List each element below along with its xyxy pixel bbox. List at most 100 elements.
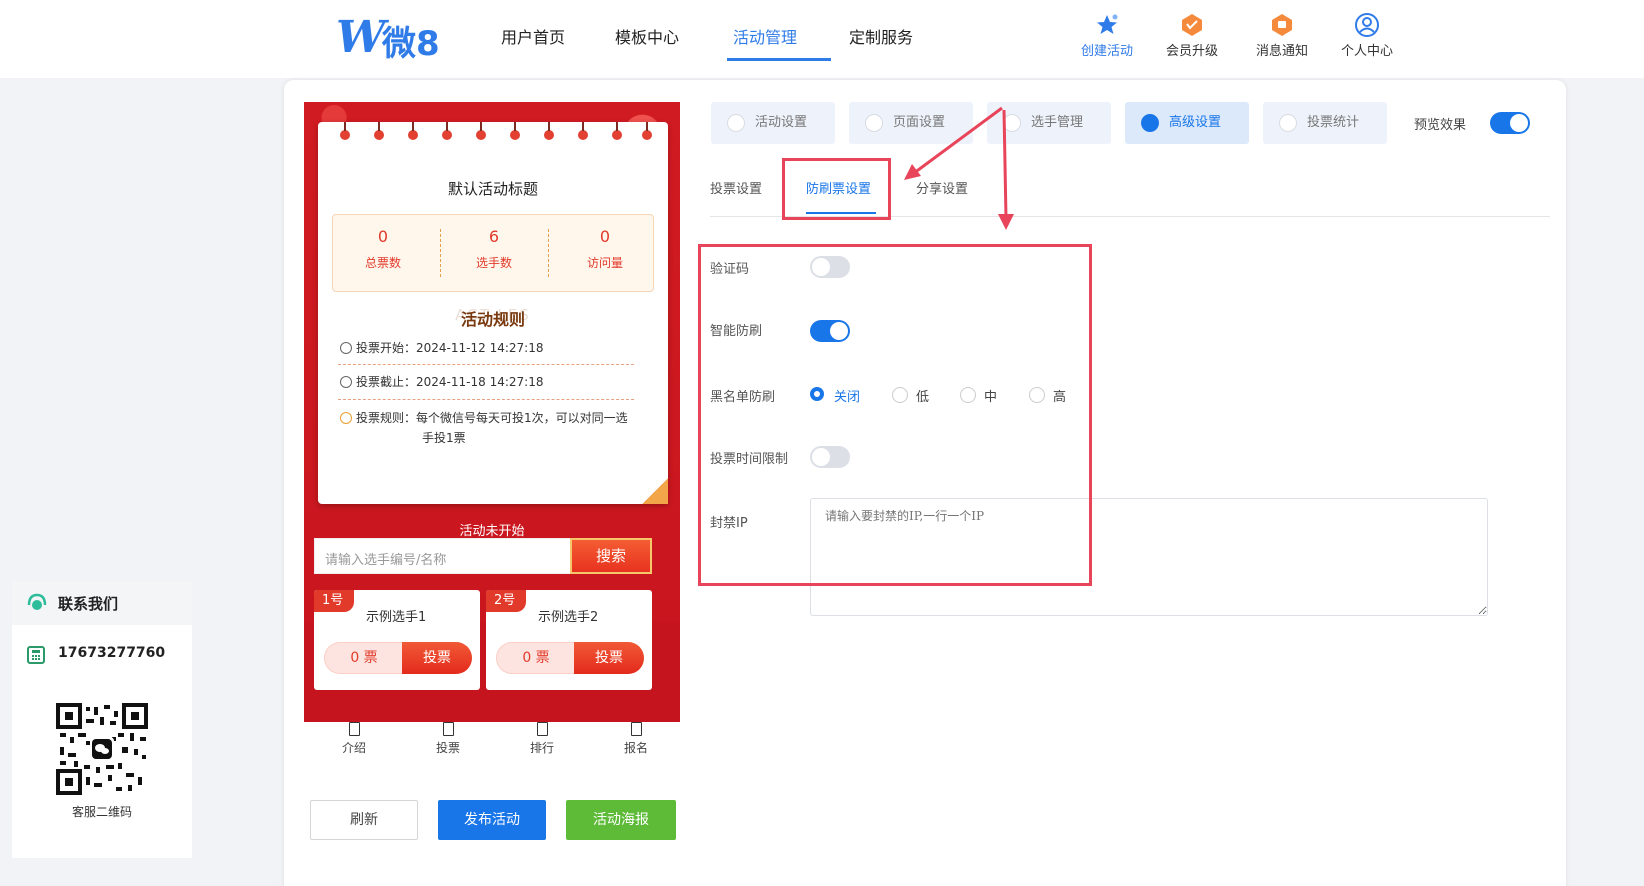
rule-end-value: 2024-11-18 14:27:18 — [416, 375, 544, 389]
pin-icon — [642, 122, 652, 140]
pin-icon — [578, 122, 588, 140]
nav-custom-service[interactable]: 定制服务 — [849, 24, 913, 48]
subtab-share-settings[interactable]: 分享设置 — [916, 178, 968, 197]
vip-badge-icon — [1182, 14, 1202, 36]
nav-active-underline — [727, 58, 831, 61]
vote-button[interactable]: 投票 — [574, 642, 644, 674]
nav-home[interactable]: 用户首页 — [501, 24, 565, 48]
intro-icon — [348, 722, 360, 736]
pin-icon — [510, 122, 520, 140]
activity-title: 默认活动标题 — [447, 180, 538, 198]
tab-ranking[interactable]: 排行 — [512, 722, 572, 756]
tab-signup[interactable]: 报名 — [606, 722, 666, 756]
tab-advanced-settings[interactable]: 高级设置 — [1125, 102, 1249, 144]
player-number: 1号 — [314, 590, 354, 612]
vip-upgrade-label: 会员升级 — [1165, 44, 1218, 59]
page-icon — [865, 114, 883, 132]
rule-start-label: 投票开始： — [356, 341, 417, 355]
vote-pill: 0 票 投票 — [324, 642, 472, 674]
create-activity-button[interactable]: 创建活动 — [1071, 12, 1143, 59]
tab-label: 投票统计 — [1307, 115, 1360, 130]
rule-vote-label: 投票规则： — [356, 411, 417, 425]
tab-player-management[interactable]: 选手管理 — [987, 102, 1111, 144]
tab-label: 页面设置 — [893, 115, 946, 130]
personal-center-button[interactable]: 个人中心 — [1331, 12, 1403, 59]
stat-value: 6 — [488, 227, 500, 246]
rule-separator — [338, 364, 634, 365]
player-name: 示例选手2 — [538, 610, 599, 625]
tab-activity-settings[interactable]: 活动设置 — [711, 102, 835, 144]
player-name: 示例选手1 — [366, 610, 427, 625]
stat-divider — [548, 229, 549, 277]
nav-templates[interactable]: 模板中心 — [615, 24, 679, 48]
refresh-button[interactable]: 刷新 — [310, 800, 418, 840]
notifications-label: 消息通知 — [1255, 44, 1308, 59]
rule-vote-value: 每个微信号每天可投1次，可以对同一选手投1票 — [416, 411, 628, 445]
subtab-vote-settings[interactable]: 投票设置 — [710, 178, 762, 197]
stat-value: 0 — [599, 227, 611, 246]
sliders-icon — [1141, 114, 1159, 132]
highlight-settings-box — [698, 244, 1092, 586]
qr-code-icon — [56, 703, 148, 795]
rule-end-label: 投票截止： — [356, 375, 417, 389]
notifications-button[interactable]: 消息通知 — [1246, 12, 1318, 59]
nav-activity-management[interactable]: 活动管理 — [733, 24, 797, 48]
clock-icon — [340, 342, 352, 354]
player-card[interactable]: 2号 示例选手2 0 票 投票 — [486, 590, 652, 690]
pin-icon — [374, 122, 384, 140]
personal-center-label: 个人中心 — [1340, 44, 1393, 59]
tab-intro[interactable]: 介绍 — [324, 722, 384, 756]
tab-ranking-label: 排行 — [529, 741, 554, 755]
pin-icon — [408, 122, 418, 140]
stats-box: 0 总票数 6 选手数 0 访问量 — [332, 214, 654, 292]
user-icon — [1003, 114, 1021, 132]
signup-icon — [630, 722, 642, 736]
logo[interactable]: W 微8 — [336, 12, 446, 64]
player-search-input[interactable]: 请输入选手编号/名称 — [314, 538, 572, 574]
tab-label: 选手管理 — [1031, 115, 1084, 130]
qr-code-label: 客服二维码 — [71, 805, 132, 819]
player-search-button[interactable]: 搜索 — [570, 538, 652, 574]
tab-vote[interactable]: 投票 — [418, 722, 478, 756]
activity-status: 活动未开始 — [459, 524, 525, 539]
notification-badge-icon — [1272, 14, 1292, 36]
heart-icon — [727, 114, 745, 132]
create-activity-label: 创建活动 — [1080, 44, 1133, 59]
preview-effect-toggle[interactable] — [1490, 112, 1530, 134]
pin-icon — [544, 122, 554, 140]
tab-vote-label: 投票 — [435, 741, 460, 755]
activity-info-card: 默认活动标题 0 总票数 6 选手数 0 访问量 ACT LES 活动规则 投票… — [318, 122, 668, 504]
tab-intro-label: 介绍 — [341, 741, 366, 755]
vip-upgrade-button[interactable]: 会员升级 — [1156, 12, 1228, 59]
ranking-icon — [536, 722, 548, 736]
rules-title: 活动规则 — [460, 310, 525, 329]
player-card[interactable]: 1号 示例选手1 0 票 投票 — [314, 590, 480, 690]
logo-text: 微8 — [382, 24, 440, 64]
tab-label: 高级设置 — [1169, 115, 1222, 130]
contact-phone: 17673277760 — [58, 645, 166, 661]
pin-icon — [340, 122, 350, 140]
player-vote-count: 0 票 — [350, 650, 378, 666]
contact-header: 联系我们 — [12, 581, 192, 625]
vote-button[interactable]: 投票 — [402, 642, 472, 674]
tab-label: 活动设置 — [755, 115, 808, 130]
tab-vote-statistics[interactable]: 投票统计 — [1263, 102, 1387, 144]
stat-players: 6 选手数 — [444, 227, 544, 271]
star-create-icon — [1097, 14, 1118, 34]
publish-activity-button[interactable]: 发布活动 — [438, 800, 546, 840]
vote-pill: 0 票 投票 — [496, 642, 644, 674]
telephone-icon — [27, 646, 45, 664]
mobile-preview: 默认活动标题 0 总票数 6 选手数 0 访问量 ACT LES 活动规则 投票… — [304, 102, 680, 722]
activity-poster-button[interactable]: 活动海报 — [566, 800, 676, 840]
stat-label: 总票数 — [364, 256, 401, 270]
clock-icon — [340, 376, 352, 388]
player-number: 2号 — [486, 590, 526, 612]
rule-end: 投票截止：2024-11-18 14:27:18 — [340, 372, 634, 392]
preview-tabbar: 介绍 投票 排行 报名 — [304, 722, 680, 762]
card-pins — [340, 122, 652, 148]
rule-vote: 投票规则：每个微信号每天可投1次，可以对同一选手投1票 — [340, 408, 634, 448]
rule-start: 投票开始：2024-11-12 14:27:18 — [340, 338, 634, 358]
tab-page-settings[interactable]: 页面设置 — [849, 102, 973, 144]
player-vote-count: 0 票 — [522, 650, 550, 666]
customer-service-icon — [27, 593, 47, 610]
